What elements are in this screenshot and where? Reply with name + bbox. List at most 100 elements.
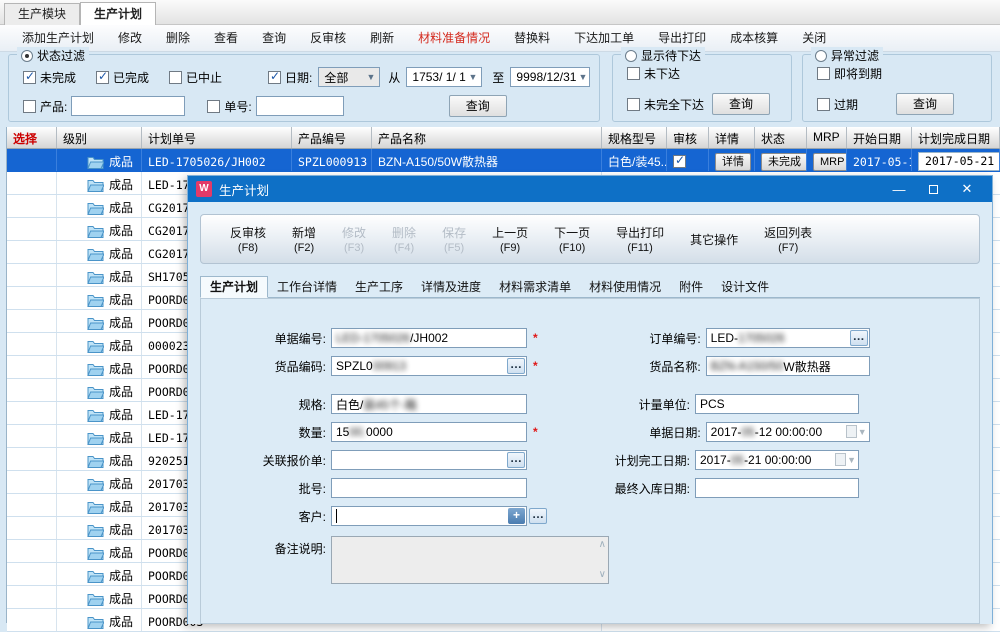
pending-search-button[interactable]: 查询 xyxy=(712,93,770,115)
column-header-MRP[interactable]: MRP xyxy=(807,127,847,148)
not-fully-issued-checkbox-box[interactable] xyxy=(627,98,640,111)
order-no-lookup-button[interactable]: … xyxy=(850,330,868,346)
not-fully-issued-checkbox[interactable]: 未完全下达 xyxy=(627,96,704,113)
cell-select[interactable] xyxy=(7,356,57,378)
dialog-button-返回列表[interactable]: 返回列表(F7) xyxy=(751,217,825,261)
column-header-计划完成日期[interactable]: 计划完成日期 xyxy=(912,127,1000,148)
dialog-button-反审核[interactable]: 反审核(F8) xyxy=(217,217,279,261)
cell-select[interactable] xyxy=(7,149,57,171)
toolbar-item-8[interactable]: 替换料 xyxy=(502,25,562,52)
toolbar-item-7[interactable]: 材料准备情况 xyxy=(406,25,502,52)
dialog-button-其它操作[interactable]: 其它操作 xyxy=(677,217,751,261)
cell-select[interactable] xyxy=(7,379,57,401)
item-name-input[interactable]: BZN-A150/50W散热器 xyxy=(706,356,870,376)
status-checkbox-box-1[interactable] xyxy=(96,71,109,84)
status-filter-radio[interactable] xyxy=(21,50,33,62)
column-header-状态[interactable]: 状态 xyxy=(755,127,807,148)
audit-checkbox[interactable] xyxy=(673,155,686,168)
cell-select[interactable] xyxy=(7,172,57,194)
status-checkbox-box-2[interactable] xyxy=(169,71,182,84)
item-code-input[interactable]: SPZL000913… xyxy=(331,356,527,376)
scroll-down-icon[interactable]: ∨ xyxy=(599,570,606,580)
date-filter-checkbox-box[interactable] xyxy=(268,71,281,84)
unit-input[interactable]: PCS xyxy=(695,394,859,414)
status-checkbox-1[interactable]: 已完成 xyxy=(96,69,149,86)
cell-select[interactable] xyxy=(7,494,57,516)
due-soon-checkbox-box[interactable] xyxy=(817,67,830,80)
bill-date-input[interactable]: 2017-05-12 00:00:00▼ xyxy=(706,422,870,442)
dialog-tab-生产工序[interactable]: 生产工序 xyxy=(346,277,412,299)
cell-select[interactable] xyxy=(7,609,57,631)
status-checkbox-box-0[interactable] xyxy=(23,71,36,84)
cell-select[interactable] xyxy=(7,333,57,355)
status-checkbox-0[interactable]: 未完成 xyxy=(23,69,76,86)
cell-select[interactable] xyxy=(7,540,57,562)
dialog-tab-详情及进度[interactable]: 详情及进度 xyxy=(412,277,490,299)
pending-filter-radio[interactable] xyxy=(625,50,637,62)
minimize-icon[interactable]: — xyxy=(882,176,916,202)
cell-detail[interactable]: 详情 xyxy=(709,149,755,171)
cell-select[interactable] xyxy=(7,287,57,309)
column-header-详情[interactable]: 详情 xyxy=(709,127,755,148)
dialog-tab-工作台详情[interactable]: 工作台详情 xyxy=(268,277,346,299)
cell-select[interactable] xyxy=(7,471,57,493)
abnormal-filter-radio[interactable] xyxy=(815,50,827,62)
toolbar-item-3[interactable]: 查看 xyxy=(202,25,250,52)
tab-production-module[interactable]: 生产模块 xyxy=(4,3,80,25)
calendar-picker-icon[interactable]: ▼ xyxy=(835,453,856,466)
cell-select[interactable] xyxy=(7,517,57,539)
not-issued-checkbox-box[interactable] xyxy=(627,67,640,80)
dialog-button-新增[interactable]: 新增(F2) xyxy=(279,217,329,261)
dialog-tab-设计文件[interactable]: 设计文件 xyxy=(712,277,778,299)
abnormal-search-button[interactable]: 查询 xyxy=(896,93,954,115)
product-filter-input[interactable] xyxy=(71,96,185,116)
status-checkbox-2[interactable]: 已中止 xyxy=(169,69,222,86)
overdue-checkbox[interactable]: 过期 xyxy=(817,96,858,113)
column-header-开始日期[interactable]: 开始日期 xyxy=(847,127,912,148)
column-header-产品名称[interactable]: 产品名称 xyxy=(372,127,602,148)
cell-mrp[interactable]: MRP xyxy=(807,149,847,171)
table-row-selected[interactable]: 成品LED-1705026/JH002SPZL000913BZN-A150/50… xyxy=(7,149,1000,172)
dialog-button-上一页[interactable]: 上一页(F9) xyxy=(479,217,541,261)
toolbar-item-11[interactable]: 成本核算 xyxy=(718,25,790,52)
cell-select[interactable] xyxy=(7,448,57,470)
customer-add-button[interactable]: + xyxy=(508,508,525,524)
toolbar-item-6[interactable]: 刷新 xyxy=(358,25,406,52)
column-header-计划单号[interactable]: 计划单号 xyxy=(142,127,292,148)
cell-select[interactable] xyxy=(7,218,57,240)
cell-select[interactable] xyxy=(7,586,57,608)
customer-input[interactable]: + xyxy=(331,506,527,526)
quantity-input[interactable]: 1500.0000 xyxy=(331,422,527,442)
cell-select[interactable] xyxy=(7,425,57,447)
maximize-icon[interactable] xyxy=(916,176,950,202)
dialog-tab-材料使用情况[interactable]: 材料使用情况 xyxy=(580,277,670,299)
date-range-select[interactable]: 全部 ▼ xyxy=(318,67,380,87)
column-header-审核[interactable]: 审核 xyxy=(667,127,709,148)
product-filter-checkbox[interactable]: 产品: xyxy=(23,98,67,115)
close-icon[interactable]: ✕ xyxy=(950,176,984,202)
mrp-button[interactable]: MRP xyxy=(813,153,847,171)
date-from-select[interactable]: 1753/ 1/ 1 ▼ xyxy=(406,67,482,87)
cell-select[interactable] xyxy=(7,241,57,263)
quote-ref-lookup-button[interactable]: … xyxy=(507,452,525,468)
column-header-级别[interactable]: 级别 xyxy=(57,127,142,148)
dialog-button-导出打印[interactable]: 导出打印(F11) xyxy=(603,217,677,261)
cell-select[interactable] xyxy=(7,402,57,424)
dialog-tab-生产计划[interactable]: 生产计划 xyxy=(200,276,268,298)
cell-select[interactable] xyxy=(7,563,57,585)
date-to-select[interactable]: 9998/12/31 ▼ xyxy=(510,67,590,87)
dialog-tab-附件[interactable]: 附件 xyxy=(670,277,712,299)
toolbar-item-4[interactable]: 查询 xyxy=(250,25,298,52)
column-header-产品编号[interactable]: 产品编号 xyxy=(292,127,372,148)
calendar-picker-icon[interactable]: ▼ xyxy=(846,425,867,438)
tab-production-plan[interactable]: 生产计划 xyxy=(80,2,156,26)
due-soon-checkbox[interactable]: 即将到期 xyxy=(817,65,882,82)
dialog-titlebar[interactable]: W 生产计划 — ✕ xyxy=(188,176,992,202)
customer-lookup-button[interactable]: … xyxy=(529,508,547,524)
cell-audit[interactable] xyxy=(667,149,709,171)
bill-filter-input[interactable] xyxy=(256,96,344,116)
column-header-规格型号[interactable]: 规格型号 xyxy=(602,127,667,148)
spec-input[interactable]: 白色/装45个-箱 xyxy=(331,394,527,414)
detail-button[interactable]: 详情 xyxy=(715,153,751,171)
item-code-lookup-button[interactable]: … xyxy=(507,358,525,374)
